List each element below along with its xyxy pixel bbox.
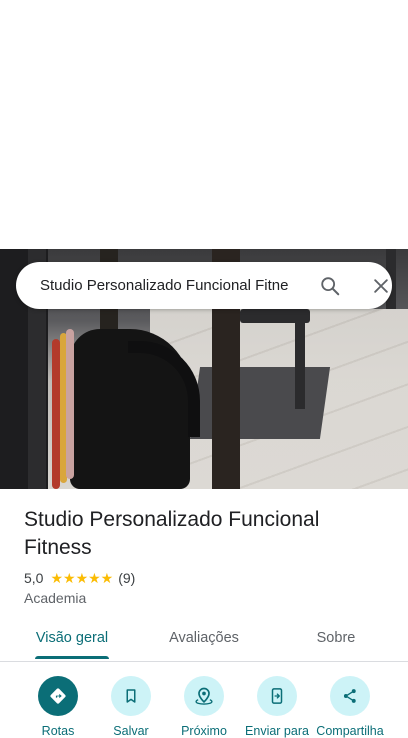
rating-row[interactable]: 5,0 ★★★★★ (9) [24, 568, 135, 588]
photo-band-red [52, 339, 60, 489]
nearby-label: Próximo [181, 724, 227, 738]
share-label: Compartilha [316, 724, 384, 738]
directions-icon [38, 676, 78, 716]
star-rating-icon: ★★★★★ [50, 569, 114, 586]
tab-about[interactable]: Sobre [296, 620, 376, 662]
search-query[interactable]: Studio Personalizado Funcional Fitne [40, 262, 304, 309]
review-count[interactable]: (9) [118, 570, 135, 586]
send-to-phone-button[interactable]: Enviar para [240, 676, 314, 738]
search-bar[interactable]: Studio Personalizado Funcional Fitne [16, 262, 392, 309]
search-icon[interactable] [317, 273, 343, 299]
active-tab-indicator [35, 656, 109, 659]
save-label: Salvar [113, 724, 149, 738]
save-button[interactable]: Salvar [94, 676, 168, 738]
send-to-phone-icon [257, 676, 297, 716]
photo-band-pink [66, 329, 74, 479]
nearby-icon [184, 676, 224, 716]
close-icon[interactable] [368, 273, 394, 299]
place-category[interactable]: Academia [24, 590, 86, 606]
send-to-phone-label: Enviar para [245, 724, 309, 738]
photo-mat [189, 367, 331, 439]
photo-bench-leg [295, 309, 305, 409]
share-icon [330, 676, 370, 716]
share-button[interactable]: Compartilha [313, 676, 387, 738]
nearby-button[interactable]: Próximo [167, 676, 241, 738]
directions-button[interactable]: Rotas [21, 676, 95, 738]
bookmark-icon [111, 676, 151, 716]
tab-reviews[interactable]: Avaliações [150, 620, 258, 662]
action-bar: Rotas Salvar Próximo Enviar para Compart… [0, 676, 408, 738]
directions-label: Rotas [41, 724, 75, 738]
rating-value: 5,0 [24, 570, 44, 586]
place-title: Studio Personalizado Funcional Fitness [24, 508, 320, 559]
map-area-blank [0, 0, 408, 249]
